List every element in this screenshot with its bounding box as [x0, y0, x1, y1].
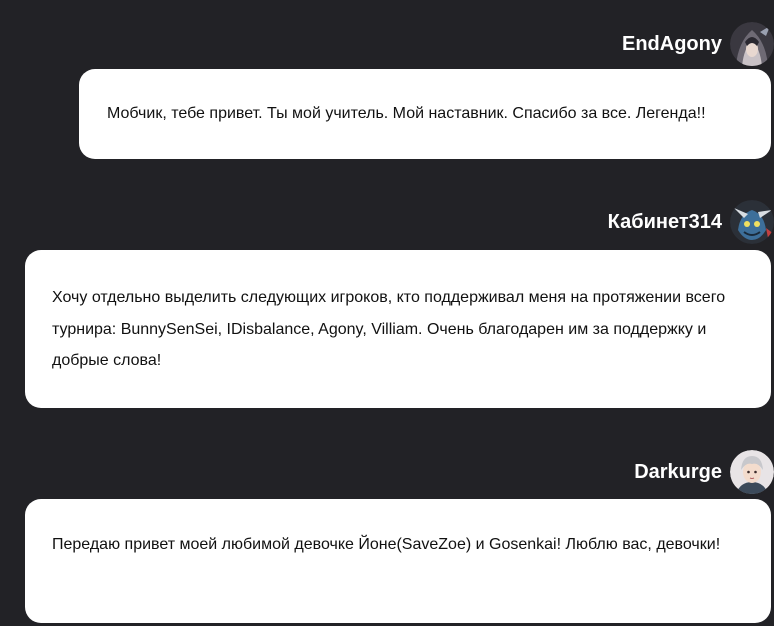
avatar-blue-creature-icon	[730, 200, 774, 244]
message-text: Мобчик, тебе привет. Ты мой учитель. Мой…	[107, 105, 706, 122]
message-bubble: Хочу отдельно выделить следующих игроков…	[25, 250, 771, 408]
avatar[interactable]	[730, 450, 774, 494]
message-text: Хочу отдельно выделить следующих игроков…	[52, 289, 726, 369]
avatar[interactable]	[730, 22, 774, 66]
avatar-hooded-warrior-icon	[730, 22, 774, 66]
avatar[interactable]	[730, 200, 774, 244]
message-bubble: Передаю привет моей любимой девочке Йоне…	[25, 499, 771, 623]
message-text: Передаю привет моей любимой девочке Йоне…	[52, 536, 721, 553]
message-header: EndAgony	[622, 20, 774, 68]
chat-feed: EndAgony Мобчик, тебе привет. Ты мой учи…	[0, 0, 774, 626]
message-header: Darkurge	[634, 448, 774, 496]
username[interactable]: Darkurge	[634, 461, 722, 484]
message-header: Кабинет314	[608, 198, 774, 246]
avatar-silver-hair-hero-icon	[730, 450, 774, 494]
username[interactable]: EndAgony	[622, 33, 722, 56]
username[interactable]: Кабинет314	[608, 211, 722, 234]
message-bubble: Мобчик, тебе привет. Ты мой учитель. Мой…	[79, 69, 771, 159]
